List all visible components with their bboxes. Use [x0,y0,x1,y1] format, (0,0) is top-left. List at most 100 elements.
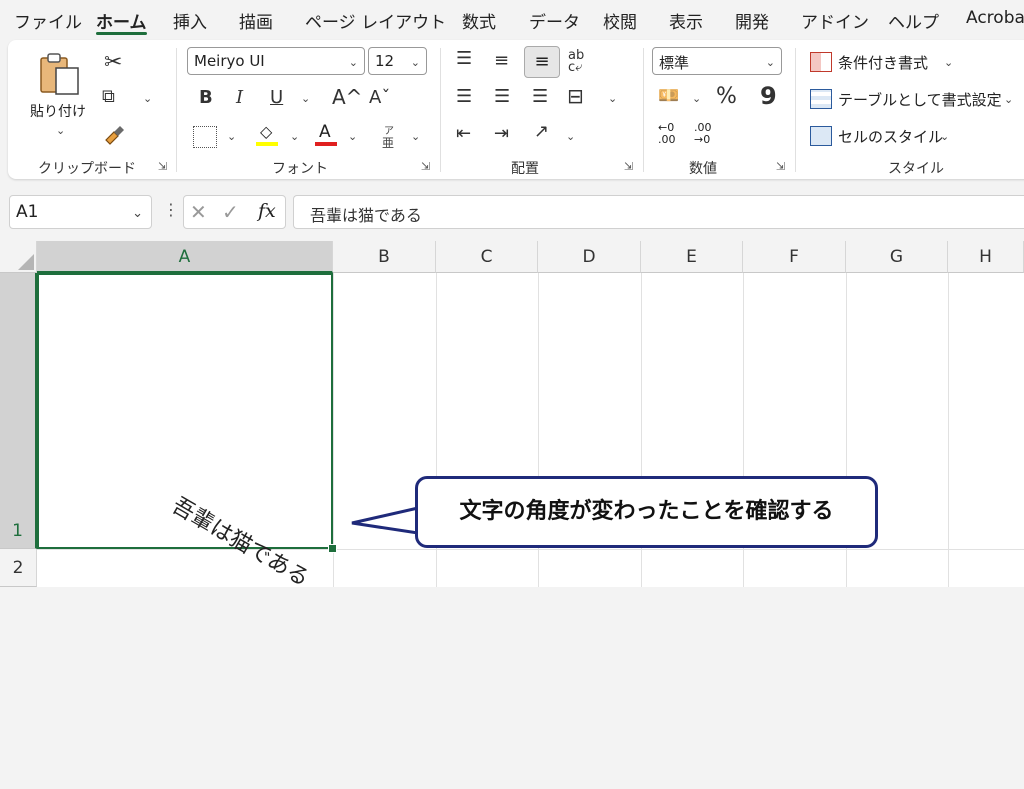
gridline [333,273,334,587]
align-bottom-button[interactable]: ≡ [524,46,560,78]
increase-indent-icon[interactable]: ⇥ [494,125,509,143]
phonetic-dropdown-icon[interactable]: ⌄ [411,130,420,143]
font-name-select[interactable]: Meiryo UI ⌄ [187,47,365,75]
conditional-dropdown-icon[interactable]: ⌄ [944,56,953,69]
font-group-label: フォント [272,161,328,177]
shrink-font-button[interactable]: Aˇ [369,89,390,107]
number-launcher-icon[interactable]: ⇲ [776,160,785,173]
tab-file[interactable]: ファイル [14,8,82,33]
align-top-icon[interactable]: ☰ [456,50,472,68]
align-left-icon[interactable]: ☰ [456,88,472,106]
chevron-down-icon: ⌄ [348,56,358,69]
merge-dropdown-icon[interactable]: ⌄ [608,92,617,105]
font-size-select[interactable]: 12 ⌄ [368,47,427,75]
paste-label[interactable]: 貼り付け [30,101,86,121]
tab-draw[interactable]: 描画 [239,8,273,33]
tab-acrobat[interactable]: Acrobat [966,8,1024,28]
underline-dropdown-icon[interactable]: ⌄ [301,92,310,105]
insert-function-button[interactable]: fx [258,200,276,222]
group-divider [795,48,796,172]
tab-review[interactable]: 校閲 [603,8,637,33]
increase-decimal-button[interactable]: ←0 .00 [658,122,684,148]
formula-input[interactable]: 吾輩は猫である [293,195,1024,229]
clipboard-launcher-icon[interactable]: ⇲ [158,160,167,173]
grow-font-button[interactable]: A^ [332,87,362,107]
tab-developer[interactable]: 開発 [735,8,769,33]
phonetic-bottom-label[interactable]: 亜 [382,134,394,151]
cell-styles-icon[interactable] [810,126,832,146]
comma-style-button[interactable]: 9 [760,84,777,108]
chevron-down-icon: ⌄ [410,56,420,69]
format-as-table-icon[interactable] [810,89,832,109]
bold-button[interactable]: B [199,89,213,107]
fill-color-icon[interactable]: ◇ [256,122,280,148]
orientation-dropdown-icon[interactable]: ⌄ [566,130,575,143]
tab-home[interactable]: ホーム [96,8,147,33]
align-right-icon[interactable]: ☰ [532,88,548,106]
merge-center-icon[interactable]: ⊟ [567,86,584,106]
tab-help[interactable]: ヘルプ [888,8,939,33]
decrease-decimal-bottom: →0 [694,133,711,146]
conditional-format-button[interactable]: 条件付き書式 [838,52,928,73]
format-as-table-button[interactable]: テーブルとして書式設定 [838,89,1002,110]
accounting-dropdown-icon[interactable]: ⌄ [692,92,701,105]
percent-button[interactable]: % [716,86,737,108]
active-tab-indicator [96,32,147,35]
menu-bar: ファイル ホーム 挿入 描画 ページ レイアウト 数式 データ 校閲 表示 開発… [0,0,1024,38]
paste-dropdown-icon[interactable]: ⌄ [56,124,65,137]
more-options-icon[interactable]: ⋮ [163,200,179,219]
font-color-dropdown-icon[interactable]: ⌄ [348,130,357,143]
borders-icon[interactable] [193,126,217,148]
column-header-h[interactable]: H [948,241,1024,273]
font-size-value: 12 [375,52,395,70]
font-color-icon[interactable]: A [315,122,339,148]
tab-addins[interactable]: アドイン [801,8,869,33]
tab-formulas[interactable]: 数式 [462,8,496,33]
column-header-a[interactable]: A [37,241,333,273]
clipboard-group-label: クリップボード [38,161,136,177]
copy-dropdown-icon[interactable]: ⌄ [143,92,152,105]
tab-data[interactable]: データ [529,8,580,33]
number-format-select[interactable]: 標準 ⌄ [652,47,782,75]
column-header-g[interactable]: G [846,241,948,273]
cell-styles-button[interactable]: セルのスタイル [838,126,943,147]
group-divider [643,48,644,172]
column-header-f[interactable]: F [743,241,846,273]
decrease-decimal-button[interactable]: .00 →0 [694,122,720,148]
name-box[interactable]: A1 ⌄ [9,195,152,229]
cancel-icon[interactable]: ✕ [190,200,207,224]
fill-handle[interactable] [328,544,337,553]
select-all-button[interactable] [0,241,37,273]
decrease-indent-icon[interactable]: ⇤ [456,125,471,143]
underline-button[interactable]: U [270,89,283,107]
format-painter-icon[interactable] [102,122,126,146]
font-launcher-icon[interactable]: ⇲ [421,160,430,173]
group-divider [440,48,441,172]
column-header-c[interactable]: C [436,241,538,273]
row-header-2[interactable]: 2 [0,549,37,587]
wrap-text-icon[interactable]: ab c⤶ [568,49,584,74]
accounting-format-icon[interactable]: 💴 [658,88,679,105]
alignment-launcher-icon[interactable]: ⇲ [624,160,633,173]
paste-icon[interactable] [38,52,84,98]
align-middle-icon[interactable]: ≡ [494,52,509,70]
copy-icon[interactable]: ⧉ [102,88,115,106]
cut-icon[interactable]: ✂ [104,52,122,74]
column-header-b[interactable]: B [333,241,436,273]
format-as-table-dropdown-icon[interactable]: ⌄ [1004,93,1013,106]
annotation-callout: 文字の角度が変わったことを確認する [415,476,878,548]
row-header-1[interactable]: 1 [0,273,37,549]
cell-styles-dropdown-icon[interactable]: ⌄ [940,130,949,143]
enter-icon[interactable]: ✓ [222,200,239,224]
tab-page-layout[interactable]: ページ レイアウト [305,8,446,33]
align-center-icon[interactable]: ☰ [494,88,510,106]
borders-dropdown-icon[interactable]: ⌄ [227,130,236,143]
tab-insert[interactable]: 挿入 [173,8,207,33]
fill-color-dropdown-icon[interactable]: ⌄ [290,130,299,143]
tab-view[interactable]: 表示 [669,8,703,33]
column-header-e[interactable]: E [641,241,743,273]
orientation-icon[interactable]: ↗ [534,123,549,141]
column-header-d[interactable]: D [538,241,641,273]
italic-button[interactable]: I [236,89,243,107]
conditional-format-icon[interactable] [810,52,832,72]
